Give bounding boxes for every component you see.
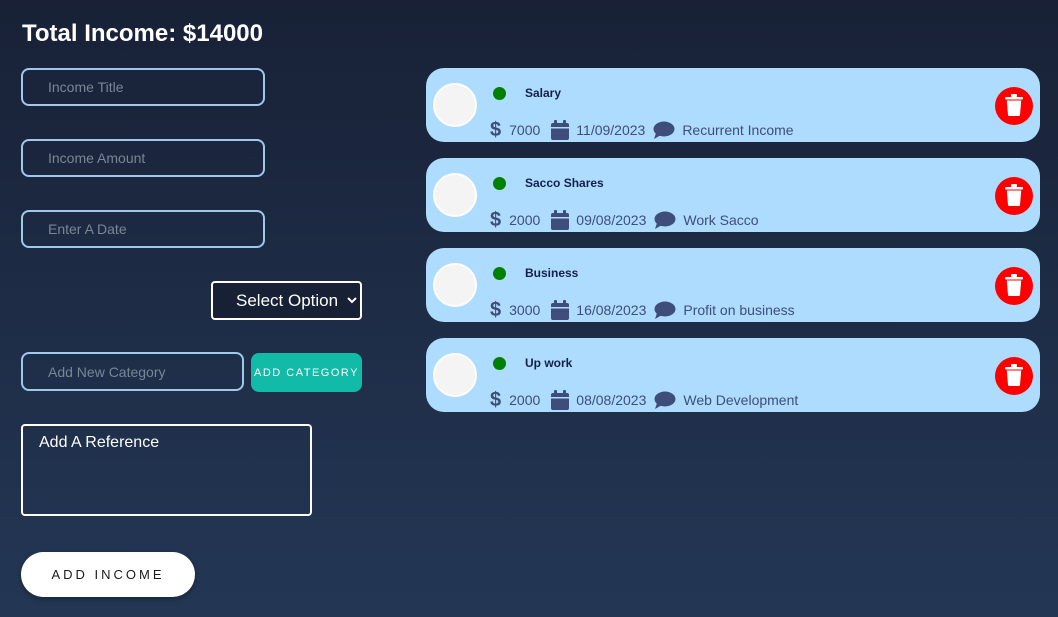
income-title: Up work: [525, 356, 573, 370]
income-title: Salary: [525, 86, 562, 100]
dollar-icon: $: [490, 388, 502, 411]
status-dot-icon: [493, 357, 506, 370]
income-card: Sacco Shares $ 2000 09/08/2023 Work Sacc…: [426, 158, 1040, 232]
income-meta: $ 7000 11/09/2023 Recurrent Income: [490, 119, 794, 141]
category-select[interactable]: Select Option: [211, 281, 362, 320]
income-amount: 7000: [509, 122, 541, 138]
income-amount-input[interactable]: [21, 139, 265, 177]
status-dot-icon: [493, 87, 506, 100]
income-meta: $ 2000 08/08/2023 Web Development: [490, 389, 798, 411]
trash-icon: [1005, 183, 1023, 209]
income-card: Salary $ 7000 11/09/2023 Recurrent Incom…: [426, 68, 1040, 142]
income-meta: $ 2000 09/08/2023 Work Sacco: [490, 209, 759, 231]
income-date-input[interactable]: [21, 210, 265, 248]
delete-button[interactable]: [995, 87, 1033, 125]
calendar-icon: [551, 210, 570, 230]
income-reference: Recurrent Income: [682, 122, 794, 138]
dollar-icon: $: [490, 208, 502, 231]
add-income-button[interactable]: ADD INCOME: [21, 552, 195, 597]
income-date: 11/09/2023: [576, 122, 646, 138]
income-reference: Work Sacco: [683, 212, 759, 228]
income-amount: 3000: [509, 302, 541, 318]
dollar-icon: $: [490, 298, 502, 321]
income-date: 09/08/2023: [576, 212, 647, 228]
delete-button[interactable]: [995, 177, 1033, 215]
calendar-icon: [551, 120, 570, 140]
trash-icon: [1005, 363, 1023, 389]
comment-icon: [654, 391, 676, 409]
delete-button[interactable]: [995, 357, 1033, 395]
income-title: Sacco Shares: [525, 176, 604, 190]
income-amount: 2000: [509, 392, 541, 408]
income-avatar: [433, 353, 477, 397]
income-card: Up work $ 2000 08/08/2023 Web Developmen…: [426, 338, 1040, 412]
income-reference: Web Development: [683, 392, 799, 408]
income-title-input[interactable]: [21, 68, 265, 106]
status-dot-icon: [493, 177, 506, 190]
income-avatar: [433, 83, 477, 127]
trash-icon: [1005, 93, 1023, 119]
income-date: 16/08/2023: [576, 302, 647, 318]
calendar-icon: [551, 300, 570, 320]
income-reference: Profit on business: [683, 302, 795, 318]
income-title: Business: [525, 266, 579, 280]
dollar-icon: $: [490, 118, 502, 141]
income-card: Business $ 3000 16/08/2023 Profit on bus…: [426, 248, 1040, 322]
total-income-title: Total Income: $14000: [22, 20, 263, 47]
income-meta: $ 3000 16/08/2023 Profit on business: [490, 299, 795, 321]
comment-icon: [654, 301, 676, 319]
income-avatar: [433, 173, 477, 217]
comment-icon: [654, 211, 676, 229]
add-category-button[interactable]: ADD CATEGORY: [251, 353, 362, 392]
trash-icon: [1005, 273, 1023, 299]
income-avatar: [433, 263, 477, 307]
income-amount: 2000: [509, 212, 541, 228]
delete-button[interactable]: [995, 267, 1033, 305]
income-list: Salary $ 7000 11/09/2023 Recurrent Incom…: [426, 68, 1040, 428]
calendar-icon: [551, 390, 570, 410]
comment-icon: [653, 121, 675, 139]
income-date: 08/08/2023: [576, 392, 647, 408]
new-category-input[interactable]: [21, 352, 244, 391]
status-dot-icon: [493, 267, 506, 280]
reference-textarea[interactable]: [21, 424, 312, 516]
